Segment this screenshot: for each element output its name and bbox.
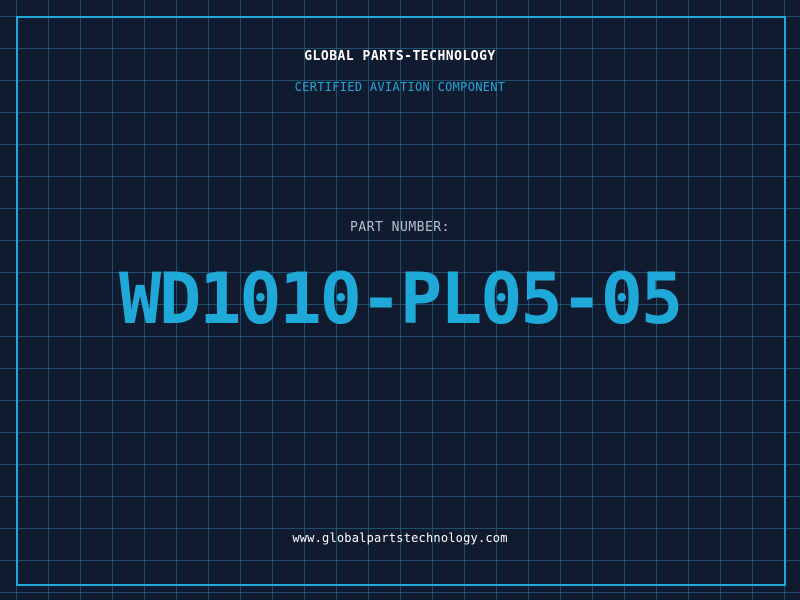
website-url: www.globalpartstechnology.com [292, 531, 508, 545]
certification-subtitle: CERTIFIED AVIATION COMPONENT [294, 80, 506, 94]
part-number-value: WD1010-PL05-05 [118, 258, 683, 340]
blueprint-panel: GLOBAL PARTS-TECHNOLOGY CERTIFIED AVIATI… [0, 0, 800, 600]
part-number-label: PART NUMBER: [350, 220, 450, 235]
company-name: GLOBAL PARTS-TECHNOLOGY [304, 49, 496, 64]
